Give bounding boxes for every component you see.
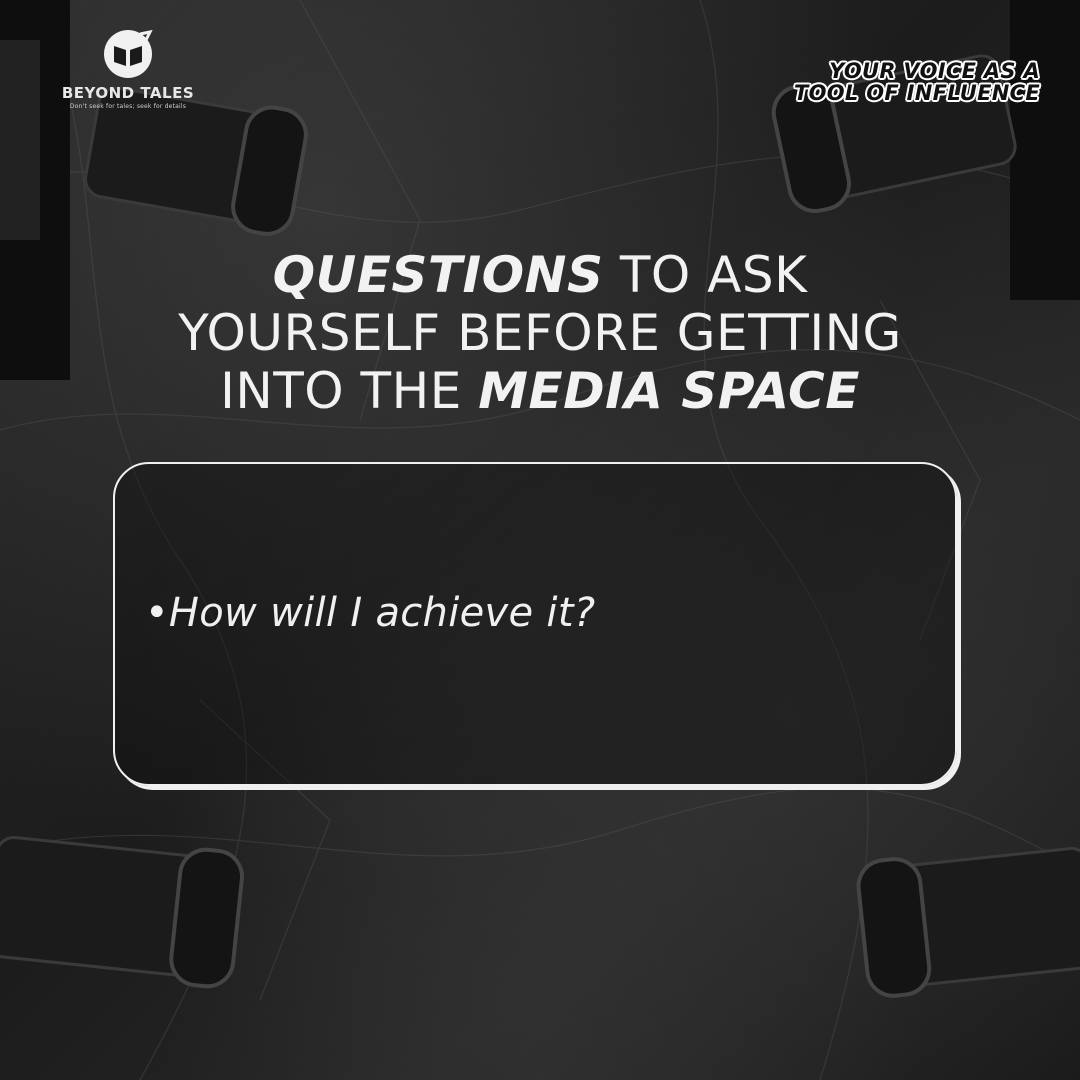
headline-line-2: YOURSELF BEFORE GETTING — [178, 304, 902, 362]
headline-emphasis-questions: QUESTIONS — [272, 246, 604, 304]
headline-line-1: QUESTIONS TO ASK — [60, 246, 1020, 304]
headline-text: TO ASK — [603, 246, 808, 304]
microphone-icon — [856, 847, 1080, 998]
book-logo-icon — [104, 29, 153, 78]
headline-line-3: INTO THE MEDIA SPACE — [60, 362, 1020, 420]
headline-emphasis-media-space: MEDIA SPACE — [478, 362, 860, 420]
headline-text: INTO THE — [220, 362, 479, 420]
campaign-tagline: YOUR VOICE AS A TOOL OF INFLUENCE — [720, 60, 1040, 104]
headline: QUESTIONS TO ASK YOURSELF BEFORE GETTING… — [60, 246, 1020, 420]
question-text: •How will I achieve it? — [145, 590, 596, 636]
poster: BEYOND TALES Don't seek for tales; seek … — [0, 0, 1080, 1080]
microphone-icon — [0, 836, 244, 989]
tagline-line-1: YOUR VOICE AS A — [829, 59, 1040, 83]
tagline-line-2: TOOL OF INFLUENCE — [793, 81, 1040, 105]
brand-name: BEYOND TALES — [61, 84, 195, 102]
brand-tagline: Don't seek for tales; seek for details — [69, 103, 187, 110]
brand-logo: BEYOND TALES Don't seek for tales; seek … — [48, 26, 208, 110]
